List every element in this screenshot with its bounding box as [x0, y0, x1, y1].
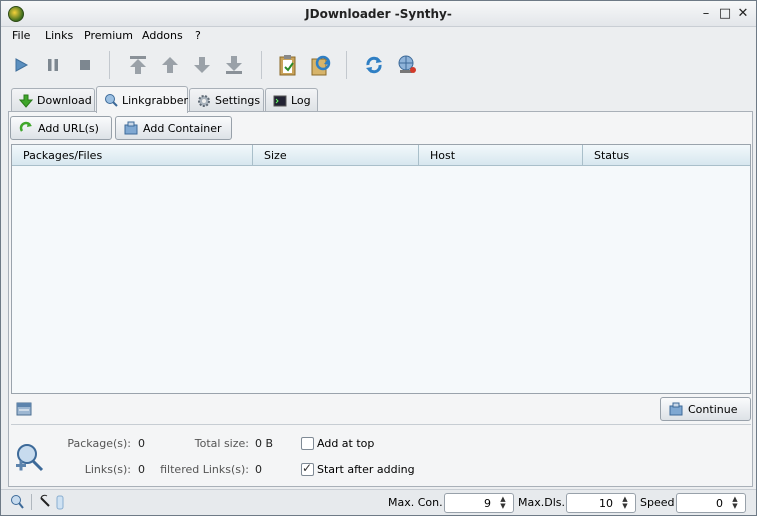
terminal-icon [273, 94, 287, 108]
maximize-icon[interactable]: □ [717, 6, 733, 22]
status-bar: Max. Con. 9 ▲ ▼ Max.Dls. 10 ▲ ▼ Speed 0 ▲ ▼ [1, 489, 756, 515]
move-bottom-icon[interactable] [220, 51, 248, 79]
linkgrabber-panel: Add URL(s) Add Container Packages/Files … [8, 111, 753, 487]
packages-label: Package(s): [67, 437, 131, 450]
tab-download-label: Download [37, 94, 92, 107]
linkgrabber-table[interactable]: Packages/Files Size Host Status [11, 144, 751, 394]
table-header: Packages/Files Size Host Status [12, 145, 750, 166]
start-after-adding-checkbox[interactable] [301, 461, 314, 476]
reconnect-icon[interactable] [306, 51, 334, 79]
total-size-label: Total size: [194, 437, 249, 450]
column-packages-files[interactable]: Packages/Files [12, 145, 253, 166]
spinner-arrows-icon[interactable]: ▲ ▼ [497, 496, 509, 510]
speed-spinner[interactable]: 0 ▲ ▼ [676, 493, 746, 513]
add-urls-label: Add URL(s) [38, 121, 99, 135]
column-status[interactable]: Status [583, 145, 750, 166]
continue-label: Continue [688, 402, 738, 416]
tab-linkgrabber[interactable]: Linkgrabber [96, 86, 188, 113]
menu-file[interactable]: File [12, 29, 30, 42]
max-connections-value: 9 [484, 497, 491, 510]
max-downloads-label: Max.Dls. [518, 496, 565, 509]
max-downloads-spinner[interactable]: 10 ▲ ▼ [566, 493, 636, 513]
clipboard-icon[interactable] [274, 51, 302, 79]
packages-value: 0 [138, 437, 145, 450]
add-urls-button[interactable]: Add URL(s) [10, 116, 112, 140]
add-link-icon [19, 121, 33, 135]
max-connections-spinner[interactable]: 9 ▲ ▼ [444, 493, 514, 513]
add-at-top-checkbox[interactable] [301, 437, 314, 450]
pause-icon[interactable] [39, 51, 67, 79]
toolbar [1, 45, 756, 85]
close-icon[interactable]: ✕ [735, 6, 751, 22]
tab-log[interactable]: Log [265, 88, 318, 112]
menu-links[interactable]: Links [45, 29, 73, 42]
tab-download[interactable]: Download [11, 88, 95, 112]
max-downloads-value: 10 [599, 497, 613, 510]
gear-icon [197, 94, 211, 108]
total-size-value: 0 B [255, 437, 274, 450]
spinner-arrows-icon[interactable]: ▲ ▼ [619, 496, 631, 510]
container-icon [669, 402, 683, 416]
download-arrow-icon [19, 94, 33, 108]
tab-settings-label: Settings [215, 94, 261, 107]
container-icon [124, 121, 138, 135]
add-at-top-label: Add at top [317, 437, 375, 450]
filtered-links-label: filtered Links(s): [160, 463, 249, 476]
play-icon[interactable] [7, 51, 35, 79]
network-icon[interactable] [392, 51, 420, 79]
package-settings-icon[interactable] [16, 401, 32, 417]
update-icon[interactable] [360, 51, 388, 79]
start-after-adding-label: Start after adding [317, 463, 415, 476]
menu-bar: File Links Premium Addons ? [1, 27, 756, 45]
speed-value: 0 [716, 497, 723, 510]
move-down-icon[interactable] [188, 51, 216, 79]
minimize-icon[interactable]: – [698, 6, 714, 22]
move-top-icon[interactable] [124, 51, 152, 79]
linkgrabber-search-icon [13, 441, 45, 473]
linkgrabber-status-icon[interactable] [9, 494, 25, 510]
add-container-label: Add Container [143, 121, 222, 135]
links-value: 0 [138, 463, 145, 476]
menu-premium[interactable]: Premium [84, 29, 133, 42]
speed-label: Speed [640, 496, 675, 509]
tab-linkgrabber-label: Linkgrabber [122, 93, 189, 107]
main-window: JDownloader -Synthy- – □ ✕ File Links Pr… [0, 0, 757, 516]
linkgrabber-info-panel: Package(s): 0 Total size: 0 B Links(s): … [11, 424, 751, 484]
stop-icon[interactable] [71, 51, 99, 79]
menu-help[interactable]: ? [195, 29, 201, 42]
title-bar[interactable]: JDownloader -Synthy- – □ ✕ [1, 1, 756, 27]
window-title: JDownloader -Synthy- [305, 7, 452, 21]
column-size[interactable]: Size [253, 145, 419, 166]
max-connections-label: Max. Con. [388, 496, 443, 509]
move-up-icon[interactable] [156, 51, 184, 79]
add-container-button[interactable]: Add Container [115, 116, 232, 140]
links-label: Links(s): [84, 463, 131, 476]
tab-bar: Download Linkgrabber Settings Log [1, 86, 756, 113]
tab-log-label: Log [291, 94, 311, 107]
filtered-links-value: 0 [255, 463, 262, 476]
clipboard-observer-icon[interactable] [39, 494, 67, 510]
continue-button[interactable]: Continue [660, 397, 751, 421]
linkgrabber-icon [104, 93, 118, 107]
column-host[interactable]: Host [419, 145, 583, 166]
menu-addons[interactable]: Addons [142, 29, 183, 42]
spinner-arrows-icon[interactable]: ▲ ▼ [729, 496, 741, 510]
tab-settings[interactable]: Settings [189, 88, 264, 112]
